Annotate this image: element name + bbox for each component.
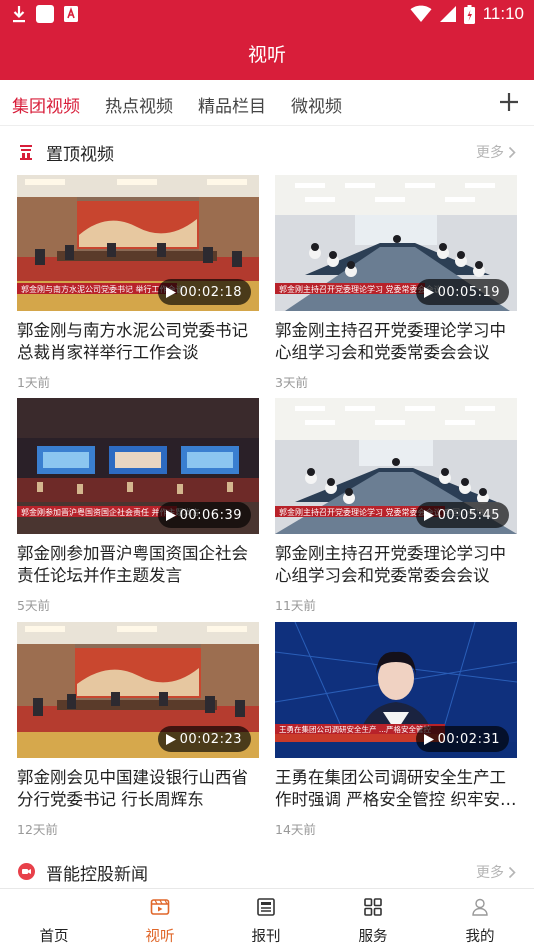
- nav-profile[interactable]: 我的: [440, 889, 520, 950]
- video-time: 3天前: [275, 375, 308, 390]
- home-icon: [44, 897, 64, 917]
- video-title[interactable]: 郭金刚主持召开党委理论学习中心组学习会和党委常委会会议: [275, 543, 517, 587]
- wifi-icon: [410, 5, 432, 22]
- video-card[interactable]: 00:02:23 郭金刚会见中国建设银行山西省分行党委书记 行长周辉东 12天前: [17, 622, 259, 838]
- duration-badge: 00:02:31: [415, 726, 509, 752]
- play-icon: [165, 509, 176, 521]
- signal-icon: [439, 6, 456, 22]
- video-title[interactable]: 王勇在集团公司调研安全生产工作时强调 严格安全管控 织牢安全防线: [275, 767, 517, 811]
- tab-featured-column[interactable]: 精品栏目: [198, 92, 266, 117]
- tab-group-video[interactable]: 集团视频: [12, 92, 80, 117]
- news-section-header: 晋能控股新闻 更多: [0, 852, 534, 892]
- video-time: 12天前: [17, 822, 58, 837]
- video-thumbnail[interactable]: 郭金刚主持召开党委理论学习 党委常委会会议 00:05:19: [275, 175, 517, 311]
- nav-newspaper-label: 报刊: [251, 929, 281, 945]
- video-card[interactable]: 郭金刚参加晋沪粤国资国企社会责任 并作主题发言 00:06:39 郭金刚参加晋沪…: [17, 398, 259, 614]
- duration-text: 00:05:19: [437, 284, 500, 300]
- page-title: 视听: [247, 44, 286, 66]
- nav-services-label: 服务: [358, 929, 388, 945]
- video-title[interactable]: 郭金刚与南方水泥公司党委书记 总裁肖家祥举行工作会谈: [17, 320, 259, 364]
- play-icon: [165, 286, 176, 298]
- news-more-link[interactable]: 更多: [476, 862, 516, 882]
- person-icon: [472, 898, 488, 916]
- status-bar: 11:10: [0, 0, 534, 28]
- nav-services[interactable]: 服务: [333, 889, 413, 950]
- clock: 11:10: [482, 4, 524, 23]
- add-tab-icon[interactable]: [498, 91, 520, 113]
- pinned-more-link[interactable]: 更多: [476, 142, 516, 162]
- video-card[interactable]: 郭金刚主持召开党委理论学习 党委常委会会议 李国...参加 00:05:45 郭…: [275, 398, 517, 614]
- duration-badge: 00:05:45: [415, 502, 509, 528]
- video-time: 14天前: [275, 822, 316, 837]
- video-time: 11天前: [275, 598, 316, 613]
- nav-video-label: 视听: [145, 929, 175, 945]
- news-more-label: 更多: [476, 865, 504, 881]
- video-card[interactable]: 郭金刚主持召开党委理论学习 党委常委会会议 00:05:19 郭金刚主持召开党委…: [275, 175, 517, 391]
- pinned-badge-icon: [18, 143, 34, 161]
- chevron-right-icon: [508, 146, 516, 158]
- grid-icon: [364, 898, 382, 916]
- category-tabs: 集团视频 热点视频 精品栏目 微视频: [0, 80, 534, 126]
- pinned-more-label: 更多: [476, 145, 504, 161]
- video-caption: 王勇在集团公司调研安全生产 ...严格安全管控: [279, 724, 432, 734]
- duration-text: 00:06:39: [179, 507, 242, 523]
- video-title[interactable]: 郭金刚会见中国建设银行山西省分行党委书记 行长周辉东: [17, 767, 259, 811]
- newspaper-icon: [257, 898, 275, 916]
- video-icon: [150, 899, 170, 915]
- play-icon: [423, 733, 434, 745]
- pinned-section-header: 置顶视频 更多: [0, 132, 534, 172]
- news-section-title: 晋能控股新闻: [46, 865, 148, 885]
- video-thumbnail[interactable]: 王勇在集团公司调研安全生产 ...严格安全管控 00:02:31: [275, 622, 517, 758]
- video-time: 1天前: [17, 375, 50, 390]
- duration-badge: 00:05:19: [415, 279, 509, 305]
- video-thumbnail[interactable]: 郭金刚与南方水泥公司党委书记 举行工作会谈 00:02:18: [17, 175, 259, 311]
- video-thumbnail[interactable]: 00:02:23: [17, 622, 259, 758]
- video-title[interactable]: 郭金刚参加晋沪粤国资国企社会责任论坛并作主题发言: [17, 543, 259, 587]
- bottom-nav: 首页 视听 报刊 服务 我的: [0, 888, 534, 950]
- play-icon: [165, 733, 176, 745]
- nav-video[interactable]: 视听: [120, 889, 200, 950]
- text-app-icon: [64, 6, 78, 22]
- video-time: 5天前: [17, 598, 50, 613]
- duration-text: 00:02:31: [437, 731, 500, 747]
- video-thumbnail[interactable]: 郭金刚主持召开党委理论学习 党委常委会会议 李国...参加 00:05:45: [275, 398, 517, 534]
- chevron-right-icon: [508, 866, 516, 878]
- nav-newspaper[interactable]: 报刊: [226, 889, 306, 950]
- app-screen: 11:10 视听 集团视频 热点视频 精品栏目 微视频 置顶视频 更多 郭金刚与…: [0, 0, 534, 950]
- tab-micro-video[interactable]: 微视频: [291, 92, 342, 117]
- duration-badge: 00:02:23: [157, 726, 251, 752]
- duration-text: 00:02:18: [179, 284, 242, 300]
- tab-hot-video[interactable]: 热点视频: [105, 92, 173, 117]
- app-square-icon: [36, 5, 54, 23]
- battery-icon: [463, 4, 475, 24]
- video-card[interactable]: 郭金刚与南方水泥公司党委书记 举行工作会谈 00:02:18 郭金刚与南方水泥公…: [17, 175, 259, 391]
- news-camera-icon: [18, 863, 35, 880]
- video-title[interactable]: 郭金刚主持召开党委理论学习中心组学习会和党委常委会会议: [275, 320, 517, 364]
- nav-home[interactable]: 首页: [14, 889, 94, 950]
- play-icon: [423, 509, 434, 521]
- download-icon: [13, 6, 25, 23]
- video-card[interactable]: 王勇在集团公司调研安全生产 ...严格安全管控 00:02:31 王勇在集团公司…: [275, 622, 517, 838]
- duration-text: 00:02:23: [179, 731, 242, 747]
- duration-badge: 00:02:18: [157, 279, 251, 305]
- nav-home-label: 首页: [39, 929, 69, 945]
- play-icon: [423, 286, 434, 298]
- pinned-section-title: 置顶视频: [46, 145, 114, 165]
- video-thumbnail[interactable]: 郭金刚参加晋沪粤国资国企社会责任 并作主题发言 00:06:39: [17, 398, 259, 534]
- duration-badge: 00:06:39: [157, 502, 251, 528]
- nav-profile-label: 我的: [465, 929, 495, 945]
- duration-text: 00:05:45: [437, 507, 500, 523]
